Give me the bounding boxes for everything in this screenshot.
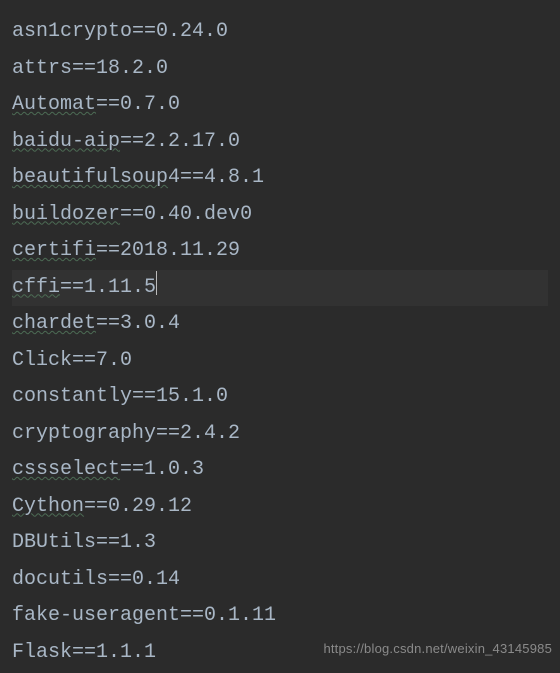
code-line[interactable]: buildozer==0.40.dev0 [12,197,548,234]
package-name: Click [12,349,72,372]
code-line[interactable]: asn1crypto==0.24.0 [12,14,548,51]
separator: == [72,641,96,664]
package-version: 18.2.0 [96,57,168,80]
code-line[interactable]: constantly==15.1.0 [12,379,548,416]
code-line[interactable]: docutils==0.14 [12,562,548,599]
package-version: 0.24.0 [156,20,228,43]
code-line[interactable]: DBUtils==1.3 [12,525,548,562]
package-version: 7.0 [96,349,132,372]
package-name: certifi [12,239,96,262]
package-version: 1.0.3 [144,458,204,481]
separator: == [132,20,156,43]
package-version: 0.14 [132,568,180,591]
package-name: DBUtils [12,531,96,554]
package-name: cryptography [12,422,156,445]
separator: == [132,385,156,408]
package-name: Automat [12,93,96,116]
package-version: 2.2.17.0 [144,130,240,153]
separator: == [96,312,120,335]
code-line[interactable]: cssselect==1.0.3 [12,452,548,489]
code-line[interactable]: baidu-aip==2.2.17.0 [12,124,548,161]
code-line[interactable]: cryptography==2.4.2 [12,416,548,453]
separator: == [72,349,96,372]
package-version: 4.8.1 [204,166,264,189]
package-version: 2.4.2 [180,422,240,445]
package-version: 0.40.dev0 [144,203,252,226]
separator: 4== [168,166,204,189]
code-line[interactable]: Cython==0.29.12 [12,489,548,526]
package-version: 0.1.11 [204,604,276,627]
package-version: 1.11.5 [84,276,156,299]
package-name: constantly [12,385,132,408]
package-version: 0.7.0 [120,93,180,116]
package-name: cssselect [12,458,120,481]
package-name: chardet [12,312,96,335]
package-version: 3.0.4 [120,312,180,335]
package-name: beautifulsoup [12,166,168,189]
package-name: Cython [12,495,84,518]
package-name: cffi [12,276,60,299]
separator: == [120,458,144,481]
package-name: buildozer [12,203,120,226]
separator: == [120,130,144,153]
separator: == [120,203,144,226]
package-name: baidu-aip [12,130,120,153]
package-name: Flask [12,641,72,664]
code-line[interactable]: chardet==3.0.4 [12,306,548,343]
package-version: 1.3 [120,531,156,554]
package-version: 2018.11.29 [120,239,240,262]
separator: == [108,568,132,591]
separator: == [84,495,108,518]
separator: == [72,57,96,80]
separator: == [180,604,204,627]
separator: == [60,276,84,299]
code-line[interactable]: Automat==0.7.0 [12,87,548,124]
package-version: 1.1.1 [96,641,156,664]
package-name: asn1crypto [12,20,132,43]
separator: == [156,422,180,445]
separator: == [96,239,120,262]
package-name: docutils [12,568,108,591]
code-line[interactable]: certifi==2018.11.29 [12,233,548,270]
package-version: 15.1.0 [156,385,228,408]
package-version: 0.29.12 [108,495,192,518]
separator: == [96,531,120,554]
code-line[interactable]: fake-useragent==0.1.11 [12,598,548,635]
watermark-text: https://blog.csdn.net/weixin_43145985 [323,631,552,668]
text-caret [156,271,157,295]
separator: == [96,93,120,116]
code-line[interactable]: cffi==1.11.5 [12,270,548,307]
code-line[interactable]: attrs==18.2.0 [12,51,548,88]
code-line[interactable]: Click==7.0 [12,343,548,380]
code-line[interactable]: beautifulsoup4==4.8.1 [12,160,548,197]
code-editor[interactable]: asn1crypto==0.24.0attrs==18.2.0Automat==… [0,0,560,673]
package-name: fake-useragent [12,604,180,627]
package-name: attrs [12,57,72,80]
